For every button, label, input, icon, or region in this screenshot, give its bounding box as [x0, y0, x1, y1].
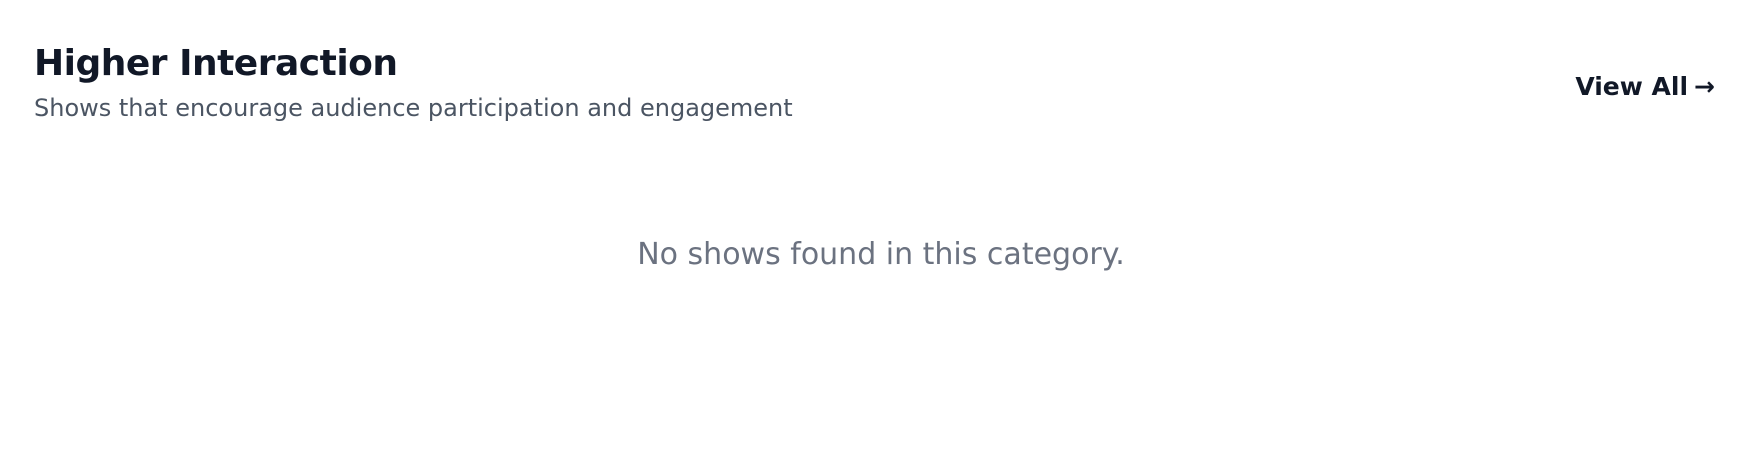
empty-state-message: No shows found in this category. [637, 237, 1125, 272]
view-all-link[interactable]: View All → [1575, 70, 1715, 104]
section-title: Higher Interaction [34, 43, 398, 84]
section-header: Higher Interaction Shows that encourage … [34, 42, 1762, 124]
section-subtitle: Shows that encourage audience participat… [34, 94, 793, 122]
category-section: Higher Interaction Shows that encourage … [0, 0, 1762, 452]
view-all-label: View All [1575, 72, 1689, 101]
arrow-right-icon: → [1694, 72, 1715, 101]
